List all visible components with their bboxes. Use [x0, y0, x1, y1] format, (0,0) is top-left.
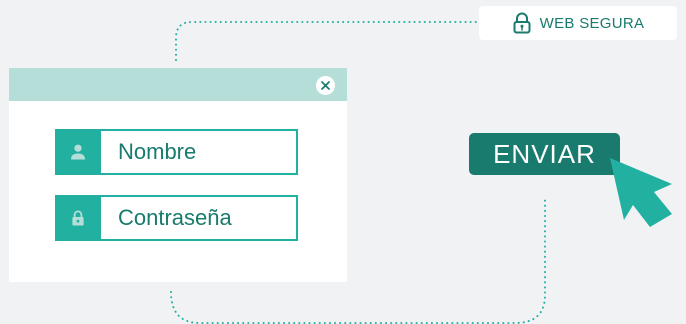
lock-icon	[71, 210, 85, 226]
name-input[interactable]	[101, 131, 296, 173]
password-field	[55, 195, 298, 241]
login-window	[9, 68, 347, 282]
close-button[interactable]	[316, 76, 335, 95]
name-field-icon-box	[55, 129, 101, 175]
submit-button[interactable]: ENVIAR	[469, 133, 620, 175]
user-icon	[71, 144, 85, 160]
close-icon	[321, 81, 330, 90]
secure-login-illustration: WEB SEGURA Nombre ENVIAR	[0, 0, 686, 324]
password-input[interactable]	[101, 197, 296, 239]
name-field-box	[101, 129, 298, 175]
name-field	[55, 129, 298, 175]
lock-icon	[512, 12, 532, 34]
secure-web-badge: WEB SEGURA	[479, 6, 677, 40]
window-header	[9, 68, 347, 101]
password-field-icon-box	[55, 195, 101, 241]
secure-web-label: WEB SEGURA	[539, 14, 645, 32]
top-connector	[175, 21, 479, 61]
password-field-box	[101, 195, 298, 241]
